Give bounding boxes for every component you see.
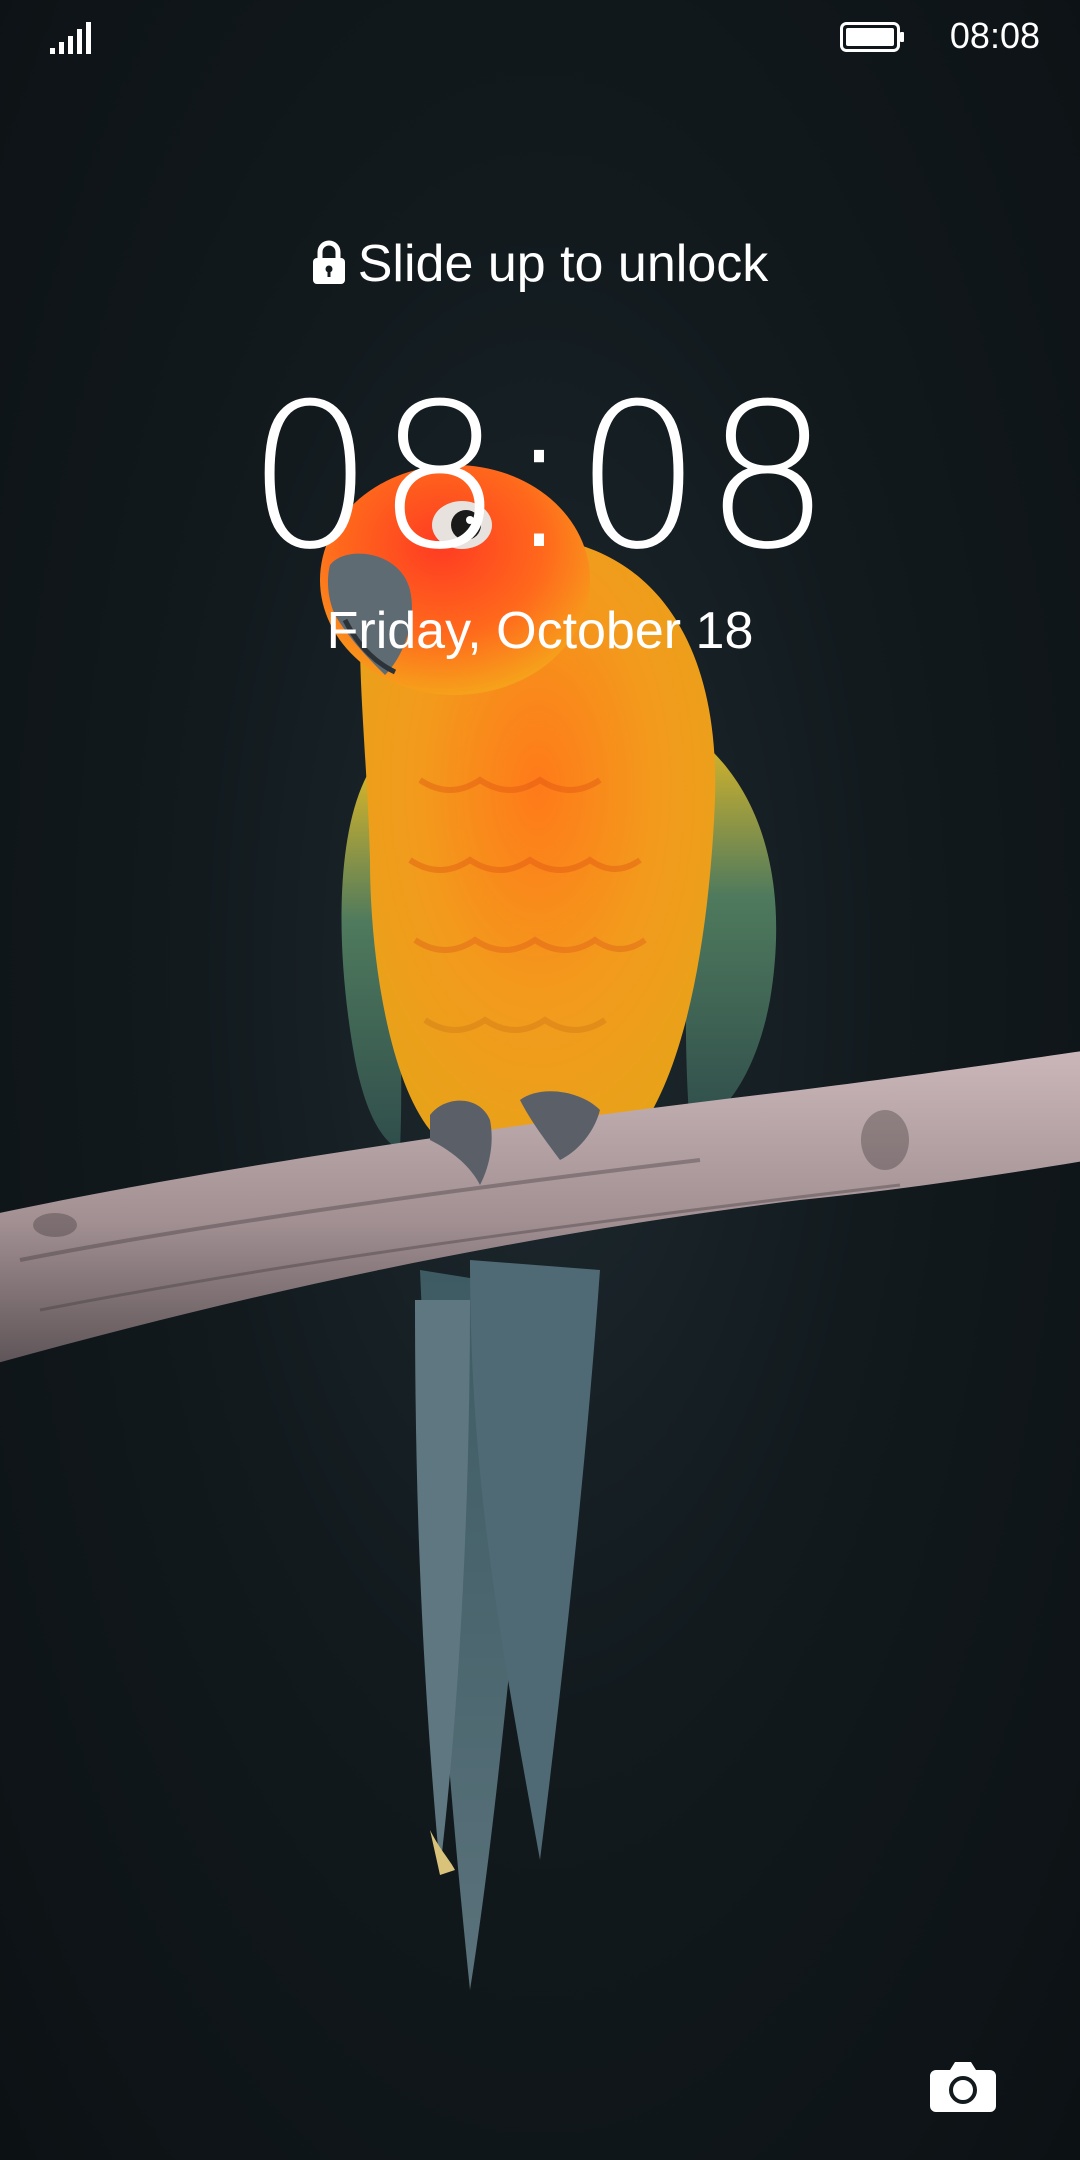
wallpaper-image <box>0 465 1080 1990</box>
battery-full-icon <box>840 22 904 52</box>
lock-screen[interactable]: 08:08 Slide up to unlock 08:08 Friday, O… <box>0 0 1080 2160</box>
signal-bars-icon <box>50 22 91 54</box>
lock-screen-date: Friday, October 18 <box>326 602 754 660</box>
status-bar-time: 08:08 <box>949 15 1040 56</box>
camera-icon[interactable] <box>928 2058 998 2114</box>
parrot-tail <box>415 1260 600 1990</box>
lock-screen-clock: 08:08 <box>246 361 834 594</box>
unlock-hint[interactable]: Slide up to unlock <box>0 232 1080 296</box>
status-bar: 08:08 <box>0 0 1080 72</box>
unlock-hint-text: Slide up to unlock <box>357 235 769 293</box>
lock-icon <box>312 240 345 284</box>
